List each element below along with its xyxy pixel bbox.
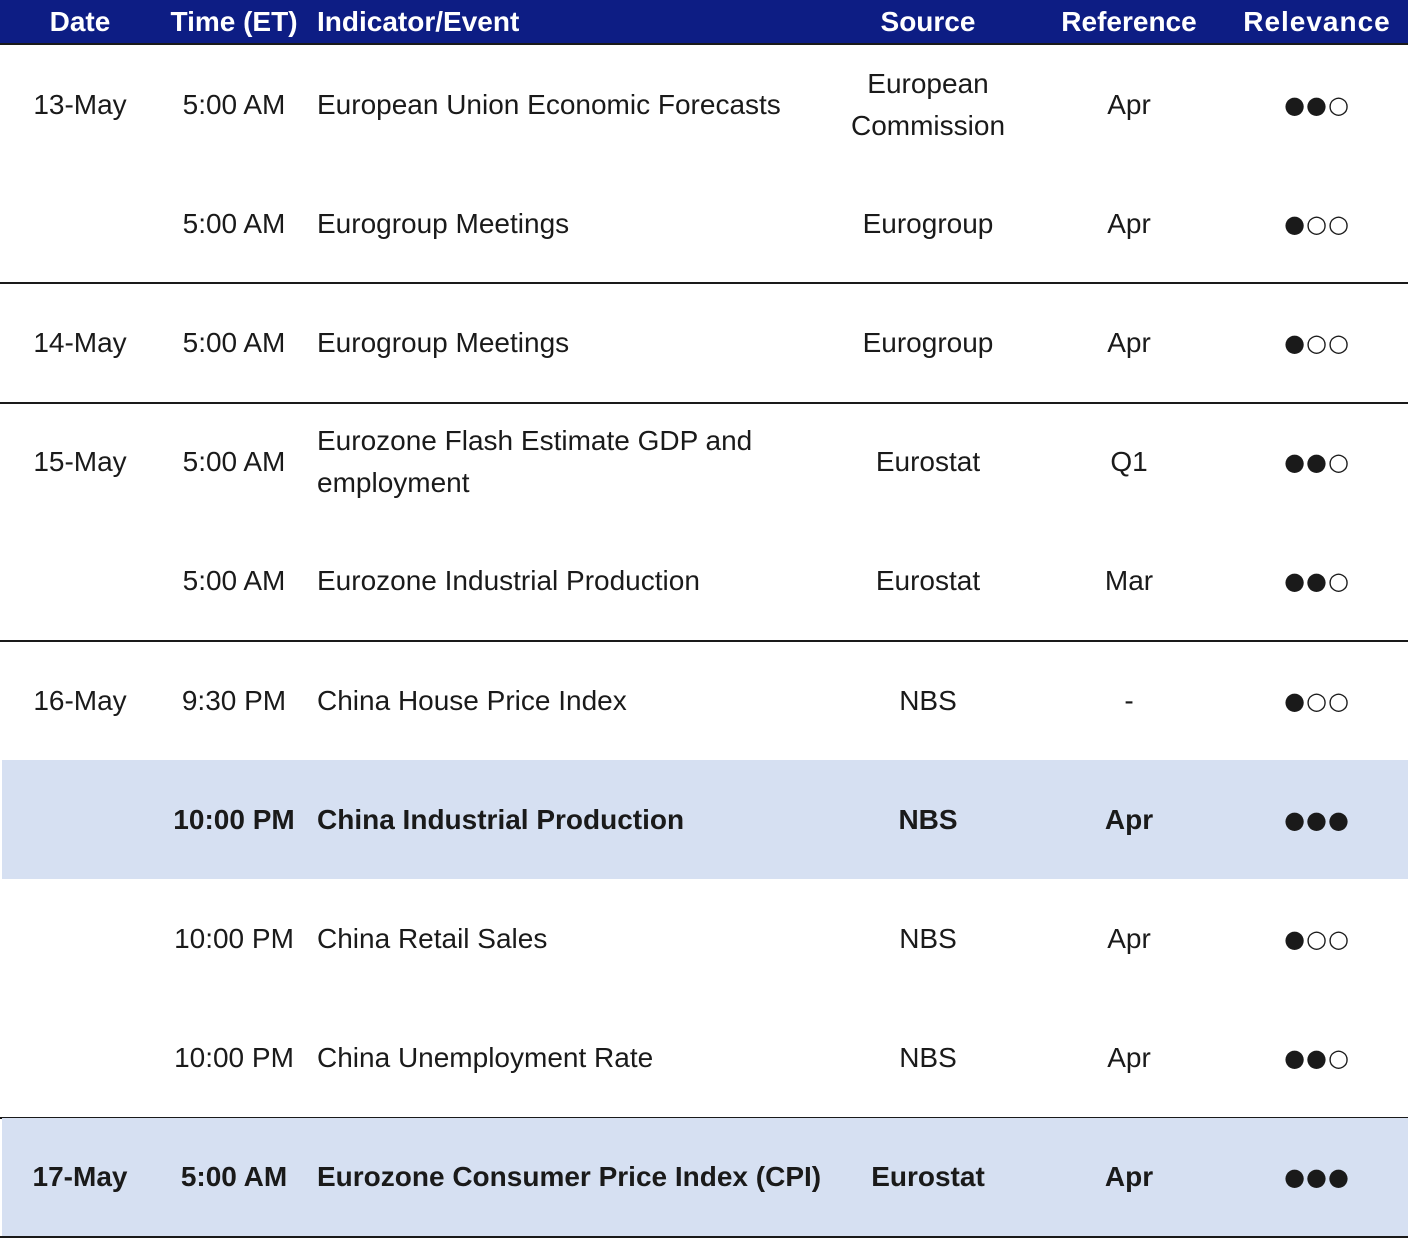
table-header: Date Time (ET) Indicator/Event Source Re… bbox=[0, 0, 1408, 45]
row-event: Eurozone Industrial Production bbox=[317, 565, 700, 597]
table-row: 17-May 5:00 AM Eurozone Consumer Price Ind… bbox=[2, 1117, 1408, 1237]
row-relevance: ●●● bbox=[1284, 805, 1350, 834]
row-time: 9:30 PM bbox=[181, 684, 287, 716]
row-time: 10:00 PM bbox=[174, 1042, 294, 1074]
table-row: 10:00 PM China Unemployment Rate NBS Apr ●●○ bbox=[2, 999, 1408, 1118]
row-event: China Retail Sales bbox=[317, 922, 548, 954]
row-source: NBS bbox=[899, 684, 957, 716]
header-event: Indicator/Event bbox=[317, 5, 520, 37]
row-time: 10:00 PM bbox=[173, 803, 295, 835]
row-date bbox=[0, 522, 160, 641]
row-relevance: ●○○ bbox=[1284, 209, 1350, 238]
row-reference: Q1 bbox=[1110, 446, 1148, 478]
row-event: Eurogroup Meetings bbox=[317, 326, 570, 358]
row-time: 5:00 AM bbox=[182, 446, 286, 478]
row-date: 17-May bbox=[32, 1161, 128, 1193]
table-row: 13-May 5:00 AM European Union Economic For… bbox=[2, 45, 1408, 164]
row-date bbox=[0, 760, 160, 879]
row-relevance: ●●○ bbox=[1284, 90, 1350, 119]
row-source: NBS bbox=[898, 803, 958, 835]
row-reference: Apr bbox=[1107, 922, 1151, 954]
row-reference: Mar bbox=[1104, 565, 1154, 597]
row-relevance: ●○○ bbox=[1284, 328, 1350, 357]
row-time: 5:00 AM bbox=[182, 565, 286, 597]
row-source: Eurostat bbox=[875, 565, 981, 597]
row-reference: - bbox=[1124, 684, 1134, 716]
row-relevance: ●○○ bbox=[1284, 924, 1350, 953]
row-date: 13-May bbox=[33, 88, 127, 120]
row-source: NBS bbox=[899, 922, 957, 954]
row-source: Eurostat bbox=[871, 1161, 985, 1193]
table-row: 15-May 5:00 AM Eurozone Flash Estimate GDP… bbox=[2, 403, 1408, 522]
header-source: Source bbox=[880, 5, 976, 37]
header-relevance: Relevance bbox=[1243, 5, 1391, 37]
row-date: 16-May bbox=[33, 684, 127, 716]
row-date bbox=[0, 879, 160, 998]
row-event: Eurozone Flash Estimate GDP and employme… bbox=[317, 425, 753, 499]
row-source: European Commission bbox=[850, 67, 1006, 141]
row-time: 5:00 AM bbox=[180, 1161, 288, 1193]
row-relevance: ●●○ bbox=[1284, 1044, 1350, 1073]
header-time: Time (ET) bbox=[170, 5, 298, 37]
header-date: Date bbox=[49, 5, 111, 37]
row-event: China Industrial Production bbox=[317, 803, 685, 835]
row-relevance: ●●○ bbox=[1284, 448, 1350, 477]
row-time: 10:00 PM bbox=[174, 922, 294, 954]
row-time: 5:00 AM bbox=[182, 207, 286, 239]
row-time: 5:00 AM bbox=[182, 326, 286, 358]
economic-calendar-table: Date Time (ET) Indicator/Event Source Re… bbox=[0, 0, 1408, 1238]
row-reference: Apr bbox=[1104, 803, 1154, 835]
row-event: China House Price Index bbox=[317, 684, 627, 716]
row-source: Eurogroup bbox=[862, 207, 994, 239]
row-event: Eurogroup Meetings bbox=[317, 207, 570, 239]
row-source: NBS bbox=[899, 1042, 957, 1074]
row-event: Eurozone Consumer Price Index (CPI) bbox=[317, 1161, 822, 1193]
row-separator bbox=[0, 1236, 1408, 1238]
row-date bbox=[0, 164, 160, 283]
header-reference: Reference bbox=[1061, 5, 1197, 37]
table-row: 14-May 5:00 AM Eurogroup Meetings Eurogroup… bbox=[2, 283, 1408, 402]
row-reference: Apr bbox=[1107, 1042, 1151, 1074]
row-source: Eurostat bbox=[875, 446, 981, 478]
table-row: 10:00 PM China Industrial Production NBS Ap… bbox=[0, 760, 1408, 880]
row-date bbox=[0, 999, 160, 1118]
row-relevance: ●○○ bbox=[1284, 686, 1350, 715]
row-source: Eurogroup bbox=[862, 326, 994, 358]
row-event: China Unemployment Rate bbox=[317, 1042, 654, 1074]
table-row: 5:00 AM Eurogroup Meetings Eurogroup Apr ●○○ bbox=[2, 164, 1408, 283]
row-relevance: ●●○ bbox=[1284, 567, 1350, 596]
row-date: 14-May bbox=[33, 326, 127, 358]
row-relevance: ●●● bbox=[1284, 1163, 1350, 1192]
row-date: 15-May bbox=[33, 446, 127, 478]
row-reference: Apr bbox=[1107, 207, 1151, 239]
table-row: 16-May 9:30 PM China House Price Index NBS -… bbox=[2, 641, 1408, 760]
row-time: 5:00 AM bbox=[182, 88, 286, 120]
table-row: 10:00 PM China Retail Sales NBS Apr ●○○ bbox=[2, 879, 1408, 998]
row-reference: Apr bbox=[1107, 88, 1151, 120]
table-row: 5:00 AM Eurozone Industrial Production Eur… bbox=[2, 522, 1408, 641]
row-reference: Apr bbox=[1107, 326, 1151, 358]
row-event: European Union Economic Forecasts bbox=[317, 88, 781, 120]
row-reference: Apr bbox=[1104, 1161, 1154, 1193]
